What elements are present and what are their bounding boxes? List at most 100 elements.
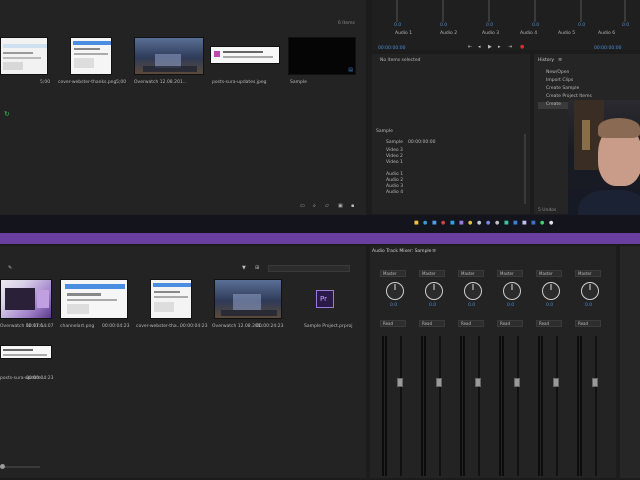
outlook-icon[interactable]: ■ [513, 220, 518, 226]
pan-value: 0.0 [429, 303, 437, 308]
thumbnail-channelart[interactable] [60, 279, 128, 319]
pan-knob[interactable] [425, 282, 443, 300]
obs-icon[interactable]: ● [549, 220, 553, 226]
pan-knob[interactable] [503, 282, 521, 300]
search-input[interactable] [268, 265, 350, 272]
history-item[interactable]: Import Clips [538, 78, 573, 84]
new-item-icon[interactable]: ▣ [338, 203, 343, 209]
pan-knob[interactable] [542, 282, 560, 300]
automation-dropdown[interactable]: Read [497, 320, 523, 327]
volume-fader-handle[interactable] [475, 378, 481, 387]
new-bin-icon[interactable]: ⊞ [255, 265, 259, 271]
sample-info-name: Sample [386, 140, 403, 145]
steam-icon[interactable]: ● [477, 220, 481, 226]
input-dropdown[interactable]: Master [419, 270, 445, 277]
meter-value: 0.0 [578, 23, 586, 28]
vu-meter [541, 336, 543, 476]
pan-knob[interactable] [464, 282, 482, 300]
audio-track-label[interactable]: Audio 4 [520, 31, 537, 36]
thumbnail-cover-webster[interactable] [150, 279, 192, 319]
pan-knob[interactable] [386, 282, 404, 300]
discord-icon[interactable]: ● [486, 220, 490, 226]
input-dropdown[interactable]: Master [497, 270, 523, 277]
info-scrollbar[interactable] [524, 134, 526, 204]
input-dropdown[interactable]: Master [575, 270, 601, 277]
thumbnail-name: Sample [290, 80, 307, 85]
audio-track-label[interactable]: Audio 2 [440, 31, 457, 36]
audio-track-label[interactable]: Audio 6 [598, 31, 615, 36]
volume-fader-handle[interactable] [592, 378, 598, 387]
pan-value: 0.0 [390, 303, 398, 308]
spotify-icon[interactable]: ● [540, 220, 544, 226]
history-item[interactable]: New/Open [538, 70, 572, 76]
zoom-slider[interactable] [0, 466, 40, 468]
timecode-end[interactable]: 00:00:00:00 [594, 46, 621, 51]
history-item-selected[interactable]: Create [538, 102, 572, 109]
settings-icon[interactable]: ● [495, 220, 499, 226]
thumbnail-posts-sura[interactable] [210, 46, 280, 64]
mail-icon[interactable]: ● [441, 220, 445, 226]
thumbnail-name: channelart.png [60, 324, 95, 329]
thumbnail-screenshot[interactable] [0, 37, 48, 75]
premiere-project-icon[interactable]: Pr [316, 290, 334, 308]
automation-dropdown[interactable]: Read [458, 320, 484, 327]
vu-meter [538, 336, 540, 476]
record-icon[interactable]: ● [520, 44, 524, 50]
audio-track-label[interactable]: Audio 5 [558, 31, 575, 36]
timecode-start[interactable]: 00:00:00:00 [378, 46, 405, 51]
calculator-icon[interactable]: ■ [504, 220, 509, 226]
teams-icon[interactable]: ■ [522, 220, 527, 226]
history-item[interactable]: Create Project Items [538, 94, 592, 100]
volume-fader-handle[interactable] [553, 378, 559, 387]
folder-icon[interactable]: ▱ [325, 203, 329, 209]
thumbnail-posts-sura[interactable] [0, 345, 52, 359]
volume-fader-track[interactable] [517, 336, 519, 476]
edge-icon[interactable]: ● [423, 220, 427, 226]
panel-menu-icon[interactable]: ≡ [558, 57, 562, 63]
step-back-icon[interactable]: ◂ [478, 44, 481, 50]
zoom-slider-handle[interactable] [0, 464, 5, 469]
search-icon[interactable]: ⌕ [313, 203, 316, 209]
word-icon[interactable]: ■ [531, 220, 536, 226]
store-icon[interactable]: ■ [432, 220, 437, 226]
thumbnail-overwatch-clip[interactable] [214, 279, 282, 319]
step-forward-icon[interactable]: ▸ [498, 44, 501, 50]
input-dropdown[interactable]: Master [380, 270, 406, 277]
volume-fader-track[interactable] [439, 336, 441, 476]
input-dropdown[interactable]: Master [536, 270, 562, 277]
wrench-icon[interactable]: ✎ [8, 265, 12, 271]
thumbnail-sample-sequence[interactable]: ▤ [288, 37, 356, 75]
audio-track-label[interactable]: Audio 1 [395, 31, 412, 36]
filter-icon[interactable]: ▼ [242, 265, 246, 271]
panel-menu-icon[interactable]: ≡ [432, 248, 436, 254]
automation-dropdown[interactable]: Read [419, 320, 445, 327]
pan-knob[interactable] [581, 282, 599, 300]
go-to-out-icon[interactable]: ⇥ [508, 44, 512, 50]
volume-fader-handle[interactable] [397, 378, 403, 387]
automation-dropdown[interactable]: Read [536, 320, 562, 327]
volume-fader-track[interactable] [595, 336, 597, 476]
thumbnail-overwatch[interactable] [134, 37, 204, 75]
play-icon[interactable]: ▶ [488, 44, 492, 50]
audio-track-label[interactable]: Audio 3 [482, 31, 499, 36]
photoshop-icon[interactable]: ■ [450, 220, 455, 226]
volume-fader-track[interactable] [556, 336, 558, 476]
automation-dropdown[interactable]: Read [380, 320, 406, 327]
history-item[interactable]: Create Sample [538, 86, 579, 92]
thumbnail-duration: 00:00:04:23 [26, 376, 54, 381]
file-explorer-icon[interactable]: ■ [414, 220, 419, 226]
meter-value: 0.0 [486, 23, 494, 28]
trash-icon[interactable]: ▪ [351, 203, 354, 209]
premiere-icon[interactable]: ■ [459, 220, 464, 226]
chrome-icon[interactable]: ● [468, 220, 472, 226]
zoom-slider-icon[interactable]: ▭ [300, 203, 305, 209]
go-to-in-icon[interactable]: ⇤ [468, 44, 472, 50]
input-dropdown[interactable]: Master [458, 270, 484, 277]
thumbnail-overwatch-video[interactable] [0, 279, 52, 319]
volume-fader-track[interactable] [478, 336, 480, 476]
volume-fader-track[interactable] [400, 336, 402, 476]
automation-dropdown[interactable]: Read [575, 320, 601, 327]
thumbnail-cover-webster[interactable] [70, 37, 112, 75]
volume-fader-handle[interactable] [436, 378, 442, 387]
volume-fader-handle[interactable] [514, 378, 520, 387]
